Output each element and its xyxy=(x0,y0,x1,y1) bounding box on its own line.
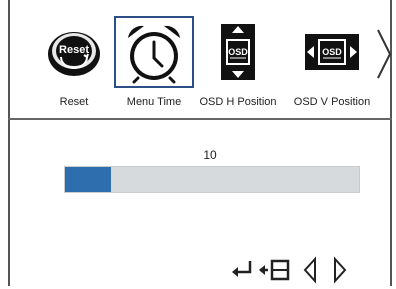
menu-item-osd-v-position-box: OSD xyxy=(292,16,372,88)
enter-button[interactable] xyxy=(228,256,256,284)
menu-item-osd-h-position-box: OSD xyxy=(198,16,278,88)
right-button[interactable] xyxy=(330,256,350,284)
setting-slider-fill xyxy=(65,167,111,192)
setting-slider[interactable] xyxy=(64,166,360,193)
frame-left-border xyxy=(8,0,10,286)
menu-next-button[interactable] xyxy=(374,26,394,82)
setting-value: 10 xyxy=(203,148,217,162)
osd-h-icon-text: OSD xyxy=(228,47,248,57)
osd-h-position-icon: OSD xyxy=(221,24,255,80)
chevron-right-icon xyxy=(377,29,392,79)
osd-v-icon-text: OSD xyxy=(322,47,342,57)
right-triangle-icon xyxy=(334,256,347,284)
menu-item-reset-box: Reset xyxy=(34,16,114,88)
menu-item-osd-v-position[interactable]: OSD OSD V Position xyxy=(292,16,372,116)
exit-icon xyxy=(259,259,290,281)
reset-icon: Reset xyxy=(48,32,100,76)
reset-icon-text: Reset xyxy=(59,44,89,56)
alarm-clock-icon xyxy=(128,25,180,84)
menu-item-osd-v-position-label: OSD V Position xyxy=(293,96,371,108)
left-triangle-icon xyxy=(303,256,316,284)
left-button[interactable] xyxy=(300,256,320,284)
exit-button[interactable] xyxy=(258,256,294,284)
menu-item-menu-time-box xyxy=(114,16,194,88)
frame-divider xyxy=(8,118,392,120)
menu-item-osd-h-position[interactable]: OSD OSD H Position xyxy=(198,16,278,116)
osd-v-position-icon: OSD xyxy=(305,34,359,70)
enter-icon xyxy=(232,261,252,277)
